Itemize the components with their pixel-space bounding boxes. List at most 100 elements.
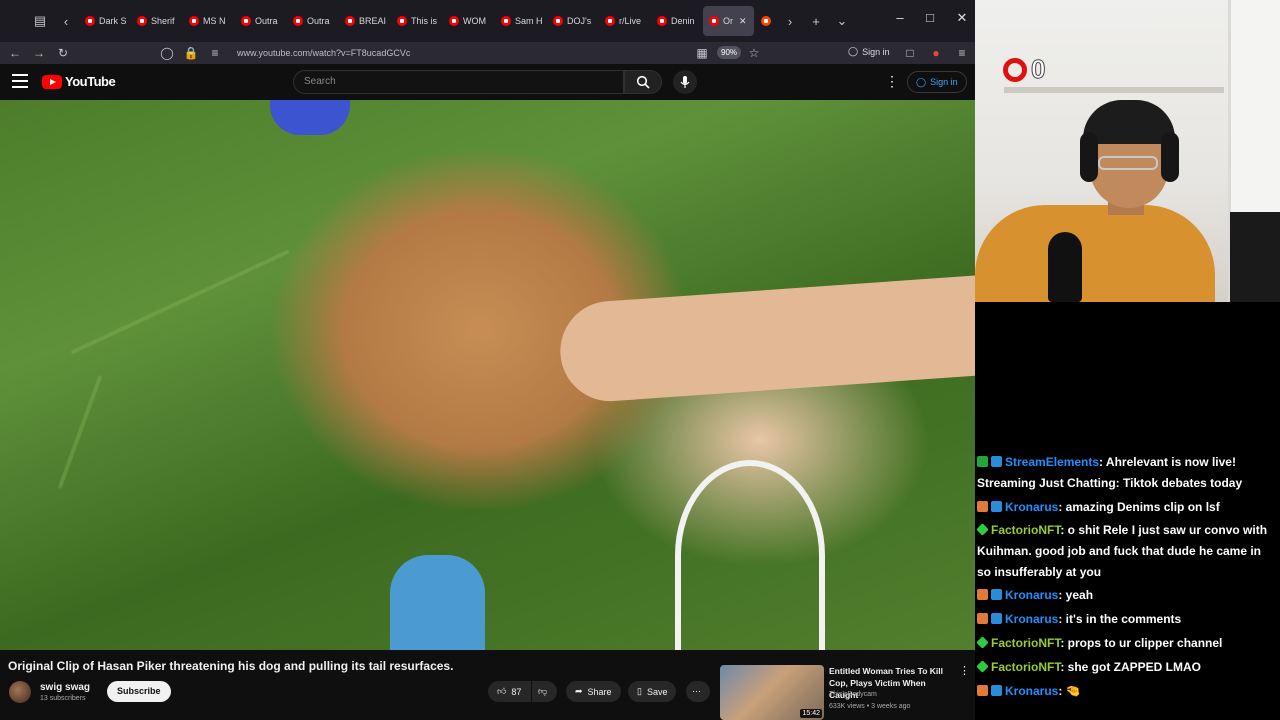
browser-tab[interactable]: Sam H [495, 6, 546, 36]
shield-icon[interactable]: ◯ [155, 46, 179, 60]
chat-text: : yeah [1058, 588, 1094, 602]
lock-icon[interactable]: 🔒 [179, 46, 203, 60]
close-window-icon[interactable]: ✕ [952, 10, 972, 26]
browser-tab[interactable]: DOJ's [547, 6, 598, 36]
chat-message: StreamElements: Ahrelevant is now live! … [977, 452, 1277, 494]
more-horizontal-icon: ⋯ [692, 686, 701, 696]
desk [1230, 212, 1280, 302]
chat-message: Kronarus: amazing Denims clip on lsf [977, 497, 1277, 518]
chat-username[interactable]: FactorioNFT [991, 523, 1060, 537]
youtube-signin-button[interactable]: ◯ Sign in [907, 71, 967, 93]
platform-badge-icon [991, 456, 1002, 467]
tab-favicon-icon [397, 16, 407, 26]
browser-tab[interactable]: Or ✕ [703, 6, 754, 36]
browser-signin-label: Sign in [862, 46, 890, 57]
browser-tab[interactable] [755, 6, 777, 36]
like-button[interactable]: 👍︎ 87 [488, 681, 531, 702]
recommended-channel[interactable]: ThisIsBodycam [829, 691, 877, 698]
back-icon[interactable]: ← [3, 46, 27, 60]
chat-username[interactable]: Kronarus [1005, 500, 1058, 514]
platform-badge-icon [991, 685, 1002, 696]
browser-tab[interactable]: WOM [443, 6, 494, 36]
tab-close-icon[interactable]: ✕ [739, 16, 747, 27]
search-button[interactable] [624, 70, 662, 94]
tab-favicon-icon [553, 16, 563, 26]
reload-icon[interactable]: ↻ [51, 46, 75, 60]
platform-badge-icon [991, 501, 1002, 512]
tab-label: Dark S [99, 16, 127, 26]
tab-overflow-chevron-icon[interactable]: ⌄ [829, 8, 855, 34]
tab-favicon-icon [709, 16, 719, 26]
chat-username[interactable]: Kronarus [1005, 588, 1058, 602]
thumbs-down-icon: 👎︎ [538, 686, 548, 696]
subscribe-button[interactable]: Subscribe [107, 681, 171, 702]
platform-badge-icon [991, 613, 1002, 624]
browser-tab[interactable]: Sherif [131, 6, 182, 36]
channel-avatar[interactable] [9, 681, 31, 703]
browser-tab[interactable]: Outra [235, 6, 286, 36]
tab-label: Outra [307, 16, 330, 26]
new-tab-icon[interactable]: + [803, 8, 829, 34]
studio-microphone [1048, 232, 1082, 302]
tab-label: r/Live [619, 16, 642, 26]
chat-username[interactable]: Kronarus [1005, 612, 1058, 626]
save-button[interactable]: ▯ Save [628, 681, 677, 702]
chat-message: FactorioNFT: o shit Rele I just saw ur c… [976, 520, 1277, 583]
permissions-icon[interactable]: ≡ [203, 46, 227, 60]
maximize-icon[interactable]: □ [920, 10, 940, 25]
extensions-icon[interactable]: □ [898, 46, 922, 60]
minimize-icon[interactable]: – [890, 10, 910, 25]
forward-icon[interactable]: → [27, 46, 51, 60]
reader-view-icon[interactable]: ▦ [690, 46, 714, 60]
tab-label: Or [723, 16, 733, 26]
tab-favicon-icon [501, 16, 511, 26]
share-arrow-icon: ➦ [575, 686, 583, 696]
app-menu-icon[interactable]: ≡ [950, 46, 974, 60]
leash-green [70, 249, 290, 355]
browser-tab[interactable]: Outra [287, 6, 338, 36]
youtube-logo[interactable]: YouTube [42, 74, 116, 89]
chat-username[interactable]: FactorioNFT [991, 660, 1060, 674]
browser-tab[interactable]: MS N [183, 6, 234, 36]
dislike-button[interactable]: 👎︎ [532, 681, 557, 702]
chat-username[interactable]: StreamElements [1005, 455, 1099, 469]
browser-signin-button[interactable]: ◯ Sign in [848, 46, 890, 57]
video-player[interactable] [0, 100, 975, 650]
browser-tab[interactable]: This is [391, 6, 442, 36]
chat-username[interactable]: FactorioNFT [991, 636, 1060, 650]
tab-favicon-icon [189, 16, 199, 26]
url-bar[interactable]: www.youtube.com/watch?v=FT8ucadGCVc [237, 48, 410, 58]
video-title: Original Clip of Hasan Piker threatening… [8, 659, 454, 673]
headphone-right [1161, 132, 1179, 182]
addon-badge-icon[interactable]: ● [924, 46, 948, 60]
tab-favicon-icon [449, 16, 459, 26]
more-actions-button[interactable]: ⋯ [686, 681, 710, 702]
tab-label: BREAI [359, 16, 387, 26]
search-input[interactable]: Search [293, 70, 624, 94]
browser-tab[interactable]: r/Live [599, 6, 650, 36]
zoom-level[interactable]: 90% [717, 46, 742, 59]
share-button[interactable]: ➦ Share [566, 681, 621, 702]
browser-tab[interactable]: BREAI [339, 6, 390, 36]
browser-tab[interactable]: Denin [651, 6, 702, 36]
voice-search-button[interactable] [673, 70, 697, 94]
bookmark-star-icon[interactable]: ☆ [742, 46, 766, 60]
recommended-thumbnail[interactable]: 15:42 [720, 665, 824, 720]
shelf [1004, 87, 1224, 93]
tab-favicon-icon [85, 16, 95, 26]
tab-list-icon[interactable]: ▤ [27, 8, 53, 34]
check-badge-icon [977, 456, 988, 467]
tab-scroll-left-icon[interactable]: ‹ [53, 8, 79, 34]
tab-scroll-right-icon[interactable]: › [777, 8, 803, 34]
tab-bar: ▤ ‹ Dark S Sherif MS N Outra Outra BREAI This … [0, 0, 975, 42]
settings-more-icon[interactable]: ⋮ [885, 73, 899, 90]
diamond-badge-icon [976, 636, 989, 649]
recommended-meta: 633K views • 3 weeks ago [829, 703, 911, 710]
recommended-more-icon[interactable]: ⋮ [959, 664, 970, 677]
browser-tab[interactable]: Dark S [79, 6, 130, 36]
guide-menu-icon[interactable] [12, 74, 28, 88]
channel-name[interactable]: swig swag [40, 682, 90, 693]
chat-username[interactable]: Kronarus [1005, 684, 1058, 698]
stream-counter: 0 [1003, 54, 1046, 85]
counter-value: 0 [1030, 54, 1046, 85]
